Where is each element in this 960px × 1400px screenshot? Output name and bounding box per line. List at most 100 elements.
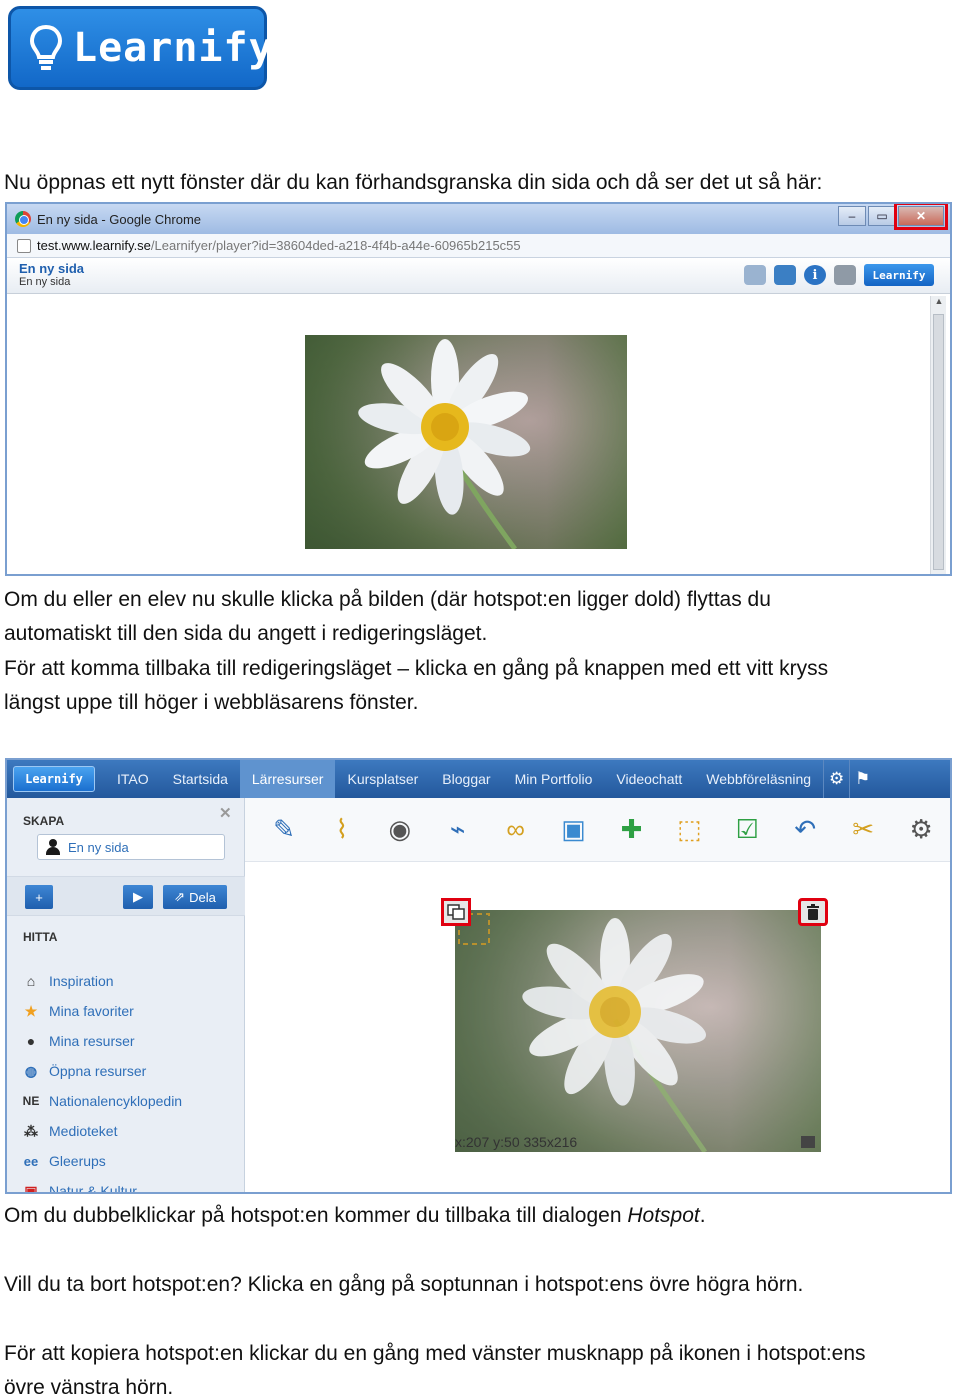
editor-toolbar: ✎ ⌇ ◉ ⌁ ∞ ▣ ✚ ⬚ ☑ ↶ ✂ ⚙	[245, 798, 950, 862]
comment-icon[interactable]	[774, 265, 796, 285]
nav-startsida[interactable]: Startsida	[161, 760, 240, 798]
new-page-label: En ny sida	[68, 839, 129, 855]
nav-itao[interactable]: ITAO	[105, 760, 161, 798]
copy-hotspot-icon[interactable]	[441, 898, 471, 926]
minimize-button[interactable]: –	[838, 206, 866, 226]
maximize-button[interactable]: ▭	[868, 206, 896, 226]
puzzle-icon[interactable]: ✚	[603, 810, 661, 850]
link-icon[interactable]: ∞	[487, 810, 545, 850]
lightbulb-icon	[29, 24, 63, 72]
nav-videochatt[interactable]: Videochatt	[604, 760, 694, 798]
paragraph-2-line-2: automatiskt till den sida du angett i re…	[4, 622, 488, 645]
hitta-heading: HITTA	[23, 930, 58, 944]
folder-scissors-icon[interactable]: ✂	[834, 810, 892, 850]
address-bar[interactable]: test.www.learnify.se/Learnifyer/player?i…	[7, 234, 950, 258]
paragraph-2-line-1: Om du eller en elev nu skulle klicka på …	[4, 588, 771, 611]
paragraph-3-line-2: längst uppe till höger i webbläsarens fö…	[4, 691, 419, 714]
share-label: Dela	[189, 889, 216, 905]
sidebar-item-label: Öppna resurser	[49, 1063, 147, 1079]
learnify-button[interactable]: Learnify	[864, 264, 934, 286]
sidebar-item-mina-resurser[interactable]: ● Mina resurser	[21, 1026, 182, 1056]
paragraph-4-text: Om du dubbelklickar på hotspot:en kommer…	[4, 1204, 628, 1227]
nav-webbforelasning[interactable]: Webbföreläsning	[694, 760, 823, 798]
skapa-heading: SKAPA	[23, 814, 65, 828]
gear-icon[interactable]: ⚙	[892, 810, 950, 850]
hotspot-select-icon[interactable]: ⬚	[660, 810, 718, 850]
share-icon: ⇗	[174, 889, 186, 904]
gleerups-icon: ee	[23, 1153, 39, 1169]
chrome-logo-icon	[15, 211, 31, 227]
paperclip-icon[interactable]: ⌇	[313, 810, 371, 850]
hotspot-image[interactable]: x:207 y:50 335x216	[455, 910, 821, 1152]
paragraph-4: Om du dubbelklickar på hotspot:en kommer…	[4, 1199, 706, 1233]
paragraph-4-emphasis: Hotspot	[627, 1204, 700, 1227]
sidebar-item-ne[interactable]: NE Nationalencyklopedin	[21, 1086, 182, 1116]
scroll-up-arrow-icon[interactable]: ▲	[931, 296, 947, 310]
sidebar-item-medioteket[interactable]: ⁂ Medioteket	[21, 1116, 182, 1146]
pencil-icon[interactable]: ✎	[255, 810, 313, 850]
undo-icon[interactable]: ↶	[776, 810, 834, 850]
info-icon[interactable]: i	[804, 265, 826, 285]
webcam-icon[interactable]: ◉	[371, 810, 429, 850]
person-icon: ●	[26, 1033, 36, 1049]
nav-min-portfolio[interactable]: Min Portfolio	[503, 760, 605, 798]
sidebar-item-favoriter[interactable]: ★ Mina favoriter	[21, 996, 182, 1026]
logo-text: Learnify	[73, 25, 274, 71]
intro-paragraph: Nu öppnas ett nytt fönster där du kan fö…	[4, 171, 823, 194]
nav-bloggar[interactable]: Bloggar	[430, 760, 502, 798]
like-icon[interactable]	[744, 265, 766, 285]
paragraph-6-line-1: För att kopiera hotspot:en klickar du en…	[4, 1342, 866, 1365]
print-icon[interactable]	[834, 265, 856, 285]
user-icon	[46, 839, 60, 855]
checkbox-icon[interactable]: ☑	[718, 810, 776, 850]
image-icon[interactable]: ▣	[545, 810, 603, 850]
editor-screenshot: Learnify ITAO Startsida Lärresurser Kurs…	[5, 758, 952, 1194]
sidebar-item-label: Nationalencyklopedin	[49, 1093, 183, 1109]
window-controls: – ▭ ✕	[838, 204, 948, 230]
learnify-logo: Learnify	[8, 6, 273, 90]
top-navigation: Learnify ITAO Startsida Lärresurser Kurs…	[7, 760, 950, 798]
microphone-icon[interactable]: ⌁	[429, 810, 487, 850]
globe-icon: ◍	[24, 1062, 38, 1079]
sidebar-item-label: Mina favoriter	[49, 1003, 134, 1019]
hotspot-coordinates: x:207 y:50 335x216	[455, 1134, 578, 1150]
home-icon: ⌂	[26, 973, 36, 989]
find-list: ⌂ Inspiration ★ Mina favoriter ● Mina resur…	[21, 966, 182, 1194]
sidebar-item-inspiration[interactable]: ⌂ Inspiration	[21, 966, 182, 996]
trash-hotspot-icon[interactable]	[798, 898, 828, 926]
sidebar-item-natur-kultur[interactable]: ▣ Natur & Kultur	[21, 1176, 182, 1194]
close-window-button[interactable]: ✕	[894, 204, 948, 230]
sidebar-item-label: Mina resurser	[49, 1033, 135, 1049]
scroll-thumb[interactable]	[933, 314, 944, 570]
share-button[interactable]: ⇗ Dela	[163, 885, 227, 909]
play-button[interactable]: ▶	[123, 885, 153, 909]
player-icons: i Learnify	[744, 264, 934, 286]
url-path: /Learnifyer/player?id=38604ded-a218-4f4b…	[150, 238, 521, 253]
browser-preview-screenshot: En ny sida - Google Chrome – ▭ ✕ test.ww…	[5, 202, 952, 576]
paragraph-3-line-1: För att komma tillbaka till redigeringsl…	[4, 657, 829, 680]
new-page-item[interactable]: En ny sida	[37, 834, 225, 860]
add-button[interactable]: +	[25, 885, 53, 909]
close-panel-icon[interactable]: ✕	[219, 804, 232, 822]
sidebar-item-oppna-resurser[interactable]: ◍ Öppna resurser	[21, 1056, 182, 1086]
flower-image[interactable]	[305, 335, 627, 549]
editor-canvas[interactable]: x:207 y:50 335x216	[245, 862, 950, 1192]
nav-kursplatser[interactable]: Kursplatser	[335, 760, 430, 798]
sidebar-item-gleerups[interactable]: ee Gleerups	[21, 1146, 182, 1176]
sidebar: SKAPA ✕ En ny sida + ▶ ⇗ Dela HITTA ⌂ Ins…	[7, 798, 245, 1192]
sidebar-item-label: Medioteket	[49, 1123, 118, 1139]
browser-window-title: En ny sida - Google Chrome	[37, 211, 202, 227]
paragraph-6-line-2: övre vänstra hörn.	[4, 1376, 174, 1399]
nav-larresurser[interactable]: Lärresurser	[239, 760, 336, 798]
ne-icon: NE	[22, 1094, 40, 1108]
flag-icon[interactable]: ⚑	[849, 760, 875, 798]
nav-learnify-logo[interactable]: Learnify	[13, 766, 95, 792]
nk-icon: ▣	[24, 1182, 38, 1194]
sidebar-item-label: Inspiration	[49, 973, 114, 989]
settings-gear-icon[interactable]: ⚙	[823, 760, 849, 798]
browser-titlebar: En ny sida - Google Chrome – ▭ ✕	[7, 204, 950, 234]
star-icon: ★	[24, 1002, 38, 1019]
vertical-scrollbar[interactable]: ▲	[930, 296, 946, 574]
page-icon	[17, 238, 31, 253]
paragraph-4-end: .	[699, 1204, 706, 1227]
